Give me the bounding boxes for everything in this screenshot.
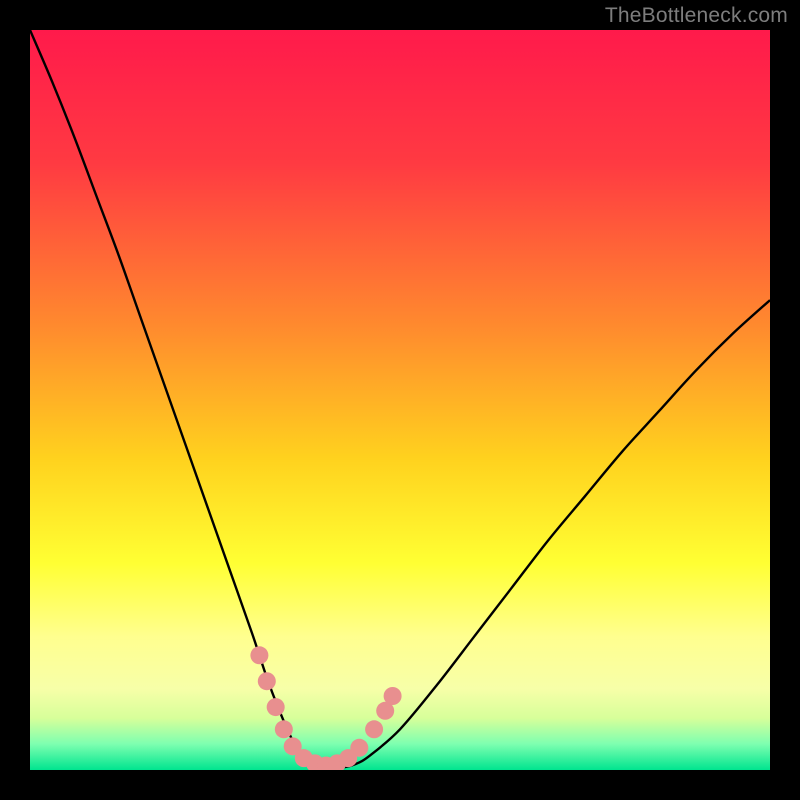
- marker-dot: [350, 739, 368, 757]
- bottleneck-chart: [30, 30, 770, 770]
- chart-frame: TheBottleneck.com: [0, 0, 800, 800]
- watermark-text: TheBottleneck.com: [605, 4, 788, 28]
- plot-area: [30, 30, 770, 770]
- marker-dot: [258, 672, 276, 690]
- marker-dot: [384, 687, 402, 705]
- marker-dot: [267, 698, 285, 716]
- gradient-background: [30, 30, 770, 770]
- marker-dot: [365, 720, 383, 738]
- marker-dot: [250, 646, 268, 664]
- marker-dot: [275, 720, 293, 738]
